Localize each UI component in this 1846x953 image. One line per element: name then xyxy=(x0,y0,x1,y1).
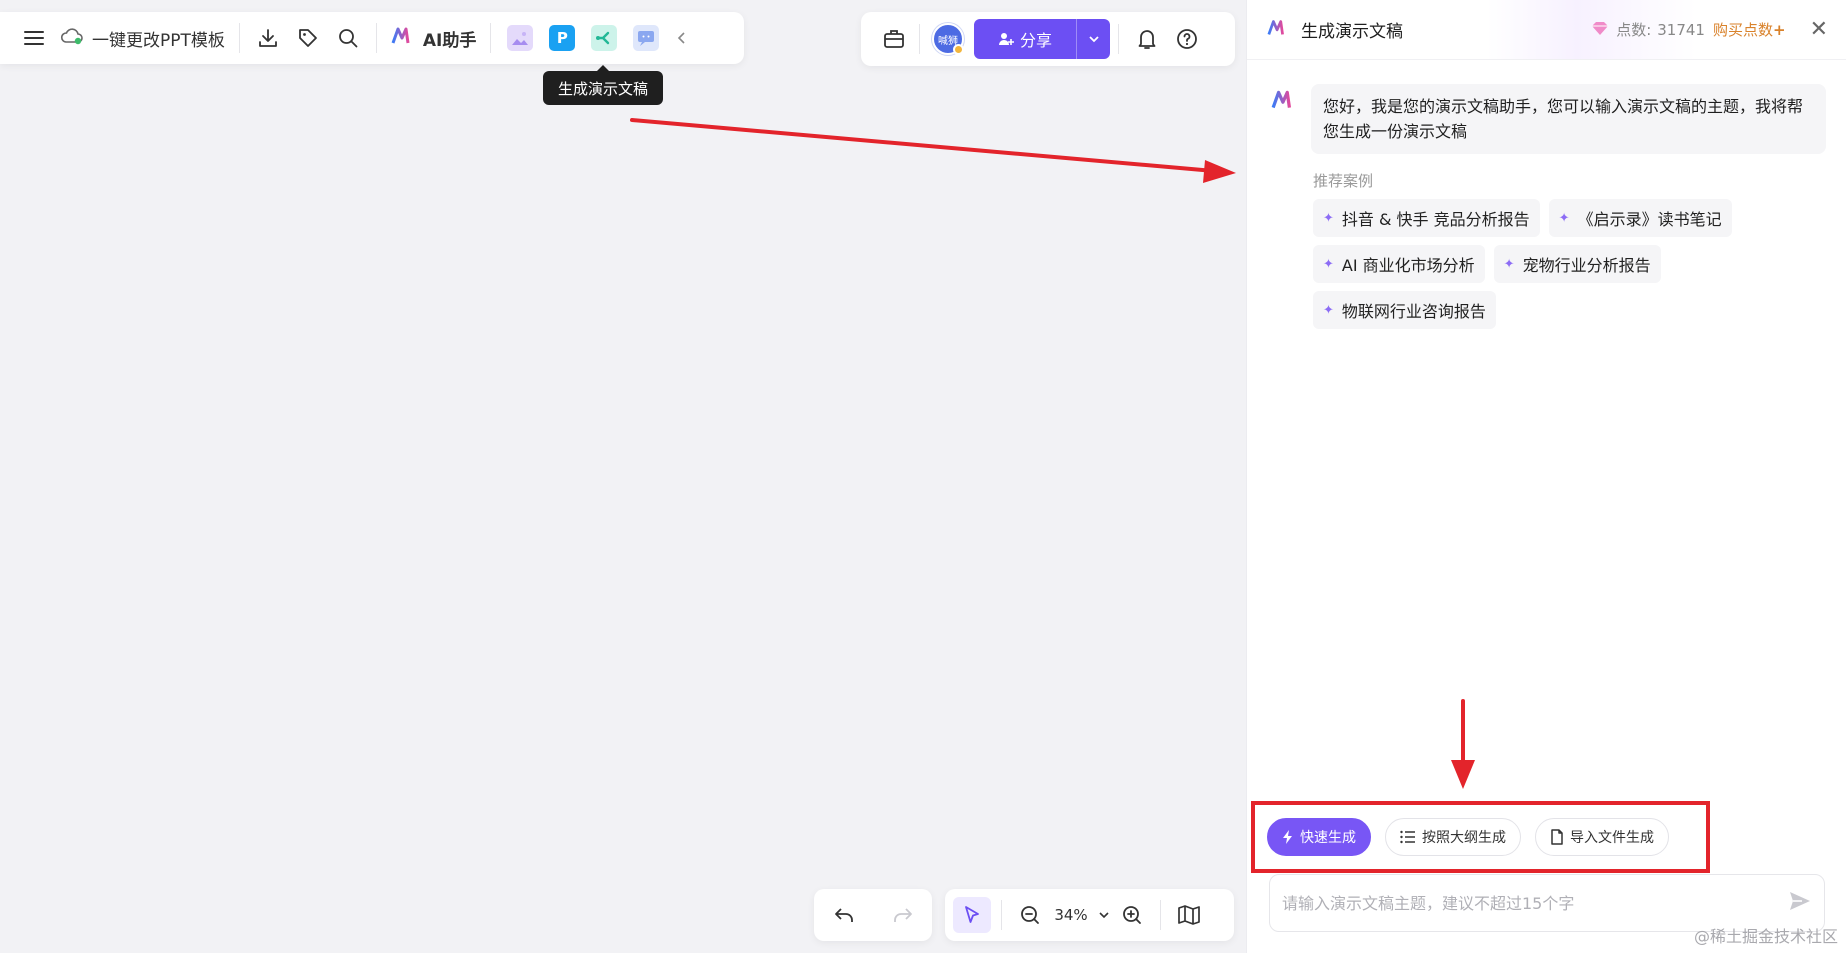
sparkle-icon: ✦ xyxy=(1558,210,1570,226)
points-value: 31741 xyxy=(1657,20,1705,39)
chevron-down-icon[interactable] xyxy=(1094,897,1114,933)
divider xyxy=(1001,900,1002,930)
recommend-list: ✦ 抖音 & 快手 竞品分析报告 ✦ 《启示录》读书笔记 ✦ AI 商业化市场分析 ✦… xyxy=(1313,199,1833,329)
history-toolbar xyxy=(814,889,932,941)
close-icon[interactable]: ✕ xyxy=(1810,17,1828,42)
share-main[interactable]: 分享 xyxy=(974,27,1076,51)
tag-icon[interactable] xyxy=(288,20,328,56)
sparkle-icon: ✦ xyxy=(1323,302,1334,318)
divider xyxy=(238,23,240,53)
recommend-chip[interactable]: ✦ 物联网行业咨询报告 xyxy=(1313,291,1496,329)
chip-label: 宠物行业分析报告 xyxy=(1522,256,1651,275)
mindmap-app-icon[interactable] xyxy=(591,25,618,51)
zoom-out-icon[interactable] xyxy=(1012,897,1048,933)
ai-logo-icon xyxy=(1267,19,1289,41)
status-dot xyxy=(953,44,964,55)
main-toolbar: 一键更改PPT模板 AI助手 P xyxy=(0,12,744,64)
whiteboard-canvas[interactable] xyxy=(0,0,1246,953)
buy-points-link[interactable]: 购买点数+ xyxy=(1713,19,1786,40)
plus-icon: + xyxy=(1772,21,1786,39)
chat-app-icon[interactable] xyxy=(633,25,660,51)
doc-title-button[interactable]: 一键更改PPT模板 xyxy=(54,20,231,56)
recommend-chip[interactable]: ✦ 《启示录》读书笔记 xyxy=(1548,199,1732,237)
cloud-check-icon xyxy=(60,27,84,50)
ppt-app-icon[interactable]: P xyxy=(549,25,576,51)
recommend-label: 推荐案例 xyxy=(1313,172,1374,190)
bell-icon[interactable] xyxy=(1127,21,1167,57)
ai-avatar-icon xyxy=(1271,90,1297,154)
send-icon[interactable] xyxy=(1788,890,1812,916)
assistant-message: 您好，我是您的演示文稿助手，您可以输入演示文稿的主题，我将帮您生成一份演示文稿 xyxy=(1247,60,1846,154)
toolbox-icon[interactable] xyxy=(871,21,917,57)
highlight-box xyxy=(1251,801,1710,873)
collab-toolbar: 喊狮 分享 xyxy=(861,12,1235,66)
recommend-chip[interactable]: ✦ 抖音 & 快手 竞品分析报告 xyxy=(1313,199,1540,237)
recommend-chip[interactable]: ✦ AI 商业化市场分析 xyxy=(1313,245,1485,283)
divider xyxy=(1118,24,1119,54)
chip-label: AI 商业化市场分析 xyxy=(1341,256,1475,275)
divider xyxy=(490,23,492,53)
chip-label: 物联网行业咨询报告 xyxy=(1341,302,1486,321)
zoom-value[interactable]: 34% xyxy=(1048,897,1094,933)
tooltip: 生成演示文稿 xyxy=(543,65,664,105)
avatar[interactable]: 喊狮 xyxy=(932,23,964,55)
panel-title: 生成演示文稿 xyxy=(1301,22,1403,42)
chip-label: 抖音 & 快手 竞品分析报告 xyxy=(1341,210,1530,229)
topic-input[interactable] xyxy=(1282,893,1788,913)
chevron-left-icon[interactable] xyxy=(667,20,695,56)
zoom-toolbar: 34% xyxy=(945,889,1234,941)
divider xyxy=(919,24,920,54)
sparkle-icon: ✦ xyxy=(1503,256,1515,272)
add-user-icon xyxy=(998,33,1014,45)
hamburger-icon[interactable] xyxy=(14,20,54,56)
share-label: 分享 xyxy=(1019,31,1052,50)
doc-title: 一键更改PPT模板 xyxy=(92,30,225,51)
recommend-chip[interactable]: ✦ 宠物行业分析报告 xyxy=(1493,245,1661,283)
points-display: 点数: 31741 xyxy=(1590,19,1705,40)
watermark: @稀土掘金技术社区 xyxy=(1693,927,1838,946)
redo-icon[interactable] xyxy=(883,897,923,933)
map-icon[interactable] xyxy=(1171,897,1207,933)
undo-icon[interactable] xyxy=(824,897,864,933)
panel-header: 生成演示文稿 点数: 31741 购买点数+ ✕ xyxy=(1247,0,1846,60)
help-icon[interactable] xyxy=(1167,21,1207,57)
greeting-bubble: 您好，我是您的演示文稿助手，您可以输入演示文稿的主题，我将帮您生成一份演示文稿 xyxy=(1311,84,1826,154)
ai-assistant-button[interactable]: AI助手 xyxy=(385,20,482,56)
download-icon[interactable] xyxy=(248,20,288,56)
share-button[interactable]: 分享 xyxy=(974,19,1110,59)
search-icon[interactable] xyxy=(328,20,368,56)
pointer-icon[interactable] xyxy=(953,897,991,933)
image-gen-app-icon[interactable] xyxy=(507,25,534,51)
ai-logo-icon xyxy=(391,27,415,50)
divider xyxy=(1160,900,1161,930)
points-label: 点数: xyxy=(1616,21,1652,39)
divider xyxy=(375,23,377,53)
ai-assistant-label: AI助手 xyxy=(422,30,477,51)
chevron-down-icon[interactable] xyxy=(1076,19,1110,59)
zoom-in-icon[interactable] xyxy=(1114,897,1150,933)
sparkle-icon: ✦ xyxy=(1323,256,1334,272)
sparkle-icon: ✦ xyxy=(1323,210,1334,226)
buy-points-label: 购买点数 xyxy=(1712,21,1773,39)
chip-label: 《启示录》读书笔记 xyxy=(1577,210,1722,229)
gem-icon xyxy=(1590,20,1610,40)
